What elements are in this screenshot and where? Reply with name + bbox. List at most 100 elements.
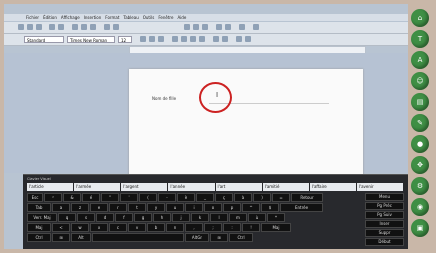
menu-view[interactable]: Affichage	[61, 15, 80, 20]
mic-icon[interactable]: ●	[411, 135, 429, 153]
menu-help[interactable]: Aide	[177, 15, 186, 20]
key-escape[interactable]: Esc	[27, 193, 43, 202]
settings-icon[interactable]: ⚙	[411, 177, 429, 195]
prediction-item[interactable]: l'affaire	[309, 183, 356, 191]
key[interactable]: l	[210, 213, 228, 222]
key-page-down[interactable]: Pg Suiv	[365, 211, 404, 219]
key-shift-left[interactable]: Maj	[27, 223, 51, 232]
key[interactable]: e	[90, 203, 108, 212]
document-page[interactable]: Nom de fille I	[129, 69, 363, 184]
menu-edit[interactable]: Édition	[43, 15, 57, 20]
text-icon[interactable]: T	[411, 30, 429, 48]
key-page-up[interactable]: Pg Préc	[365, 202, 404, 210]
key[interactable]: )	[253, 193, 271, 202]
font-size-icon[interactable]: A	[411, 51, 429, 69]
key[interactable]: ù	[248, 213, 266, 222]
key[interactable]: à	[234, 193, 252, 202]
cut-icon[interactable]	[72, 24, 78, 30]
key[interactable]: !	[242, 223, 260, 232]
menu-format[interactable]: Format	[105, 15, 119, 20]
pen-icon[interactable]: ✎	[411, 114, 429, 132]
new-document-icon[interactable]	[18, 24, 24, 30]
key-altgr[interactable]: AltGr	[185, 233, 209, 242]
key-space[interactable]	[92, 233, 184, 242]
key[interactable]: r	[109, 203, 127, 212]
save-icon[interactable]	[36, 24, 42, 30]
redo-icon[interactable]	[113, 24, 119, 30]
key[interactable]: è	[177, 193, 195, 202]
folder-icon[interactable]: ▣	[411, 219, 429, 237]
key[interactable]: -	[158, 193, 176, 202]
key[interactable]: <	[52, 223, 70, 232]
key-caps-lock[interactable]: Verr. Maj	[27, 213, 57, 222]
key[interactable]: n	[166, 223, 184, 232]
image-icon[interactable]	[193, 24, 199, 30]
font-color-icon[interactable]	[236, 36, 242, 42]
key[interactable]: k	[191, 213, 209, 222]
prediction-item[interactable]: l'article	[27, 183, 74, 191]
menu-file[interactable]: Fichier	[26, 15, 39, 20]
prediction-item[interactable]: l'avenir	[356, 183, 403, 191]
key[interactable]: b	[147, 223, 165, 232]
open-icon[interactable]	[27, 24, 33, 30]
key-tab[interactable]: Tab	[27, 203, 51, 212]
key[interactable]: o	[204, 203, 222, 212]
key[interactable]: p	[223, 203, 241, 212]
key-ctrl-right[interactable]: Ctrl	[229, 233, 253, 242]
key[interactable]: g	[134, 213, 152, 222]
windows-key-icon[interactable]: ⊞	[52, 233, 70, 242]
align-right-icon[interactable]	[190, 36, 196, 42]
prediction-item[interactable]: l'argent	[121, 183, 168, 191]
key[interactable]: d	[96, 213, 114, 222]
key[interactable]: a	[52, 203, 70, 212]
key[interactable]: x	[90, 223, 108, 232]
key-delete[interactable]: Suppr	[365, 229, 404, 237]
key[interactable]: z	[71, 203, 89, 212]
key[interactable]: "	[101, 193, 119, 202]
font-size-select[interactable]: 12	[118, 36, 132, 43]
key[interactable]: =	[272, 193, 290, 202]
key[interactable]: (	[139, 193, 157, 202]
key[interactable]: y	[147, 203, 165, 212]
key[interactable]: i	[185, 203, 203, 212]
bold-icon[interactable]	[140, 36, 146, 42]
key-home[interactable]: Début	[365, 238, 404, 246]
home-icon[interactable]: ⌂	[411, 9, 429, 27]
help-icon[interactable]	[253, 24, 259, 30]
move-icon[interactable]: ✥	[411, 156, 429, 174]
key[interactable]: s	[77, 213, 95, 222]
menu-tools[interactable]: Outils	[143, 15, 155, 20]
key[interactable]: v	[128, 223, 146, 232]
record-icon[interactable]: ◉	[411, 198, 429, 216]
prediction-item[interactable]: l'année	[168, 183, 215, 191]
font-name-select[interactable]: Times New Roman	[67, 36, 115, 43]
paragraph-style-select[interactable]: Standard	[24, 36, 64, 43]
gallery-icon[interactable]	[225, 24, 231, 30]
key[interactable]: &	[63, 193, 81, 202]
bullets-icon[interactable]	[222, 36, 228, 42]
key-alt[interactable]: Alt	[71, 233, 91, 242]
key[interactable]: t	[128, 203, 146, 212]
key[interactable]: m	[229, 213, 247, 222]
key[interactable]: *	[267, 213, 285, 222]
align-center-icon[interactable]	[181, 36, 187, 42]
menu-window[interactable]: Fenêtre	[158, 15, 173, 20]
menu-table[interactable]: Tableau	[123, 15, 138, 20]
key[interactable]: $	[261, 203, 279, 212]
copy-icon[interactable]	[81, 24, 87, 30]
key-backspace[interactable]: Retour	[291, 193, 323, 202]
key[interactable]: q	[58, 213, 76, 222]
key[interactable]: ;	[204, 223, 222, 232]
key-shift-right[interactable]: Maj	[261, 223, 291, 232]
preview-icon[interactable]	[58, 24, 64, 30]
key[interactable]: c	[109, 223, 127, 232]
key[interactable]: _	[196, 193, 214, 202]
numbering-icon[interactable]	[213, 36, 219, 42]
key[interactable]: ^	[242, 203, 260, 212]
key[interactable]: w	[71, 223, 89, 232]
key-enter[interactable]: Entrée	[280, 203, 323, 212]
prediction-item[interactable]: l'armée	[74, 183, 121, 191]
paste-icon[interactable]	[90, 24, 96, 30]
prediction-item[interactable]: l'amitié	[262, 183, 309, 191]
highlight-icon[interactable]	[245, 36, 251, 42]
